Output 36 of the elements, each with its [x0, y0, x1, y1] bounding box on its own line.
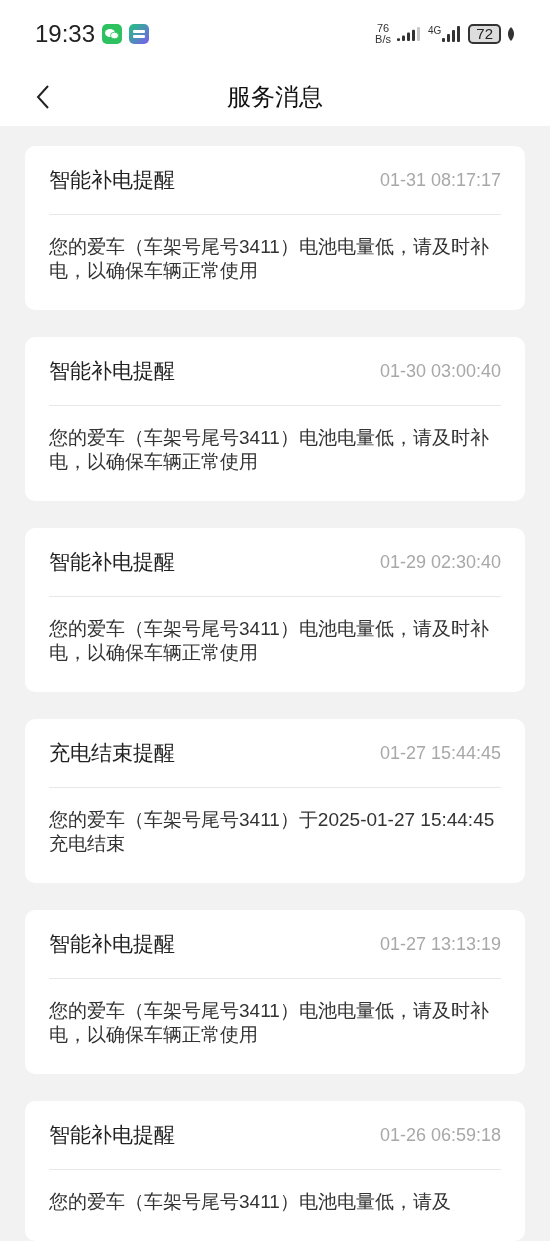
message-body: 您的爱车（车架号尾号3411）电池电量低，请及 — [49, 1190, 452, 1214]
message-body: 您的爱车（车架号尾号3411）于2025-01-27 15:44:45充电结束 — [49, 808, 496, 856]
chat-app-icon — [102, 24, 123, 44]
message-time: 01-29 02:30:40 — [379, 550, 501, 574]
message-card[interactable]: 智能补电提醒 01-29 02:30:40 您的爱车（车架号尾号3411）电池电量低，请及时补电，以确保车辆正常使用 — [25, 528, 525, 692]
message-time: 01-30 03:00:40 — [379, 359, 501, 383]
status-time: 19:33 — [35, 19, 96, 49]
message-title: 智能补电提醒 — [49, 358, 175, 385]
message-body: 您的爱车（车架号尾号3411）电池电量低，请及时补电，以确保车辆正常使用 — [49, 426, 490, 474]
message-title: 智能补电提醒 — [49, 1122, 175, 1149]
message-time: 01-31 08:17:17 — [379, 168, 501, 192]
video-app-icon — [129, 24, 150, 44]
message-card[interactable]: 智能补电提醒 01-27 13:13:19 您的爱车（车架号尾号3411）电池电量低，请及时补电，以确保车辆正常使用 — [25, 910, 525, 1074]
message-card[interactable]: 智能补电提醒 01-30 03:00:40 您的爱车（车架号尾号3411）电池电量低，请及时补电，以确保车辆正常使用 — [25, 337, 525, 501]
message-card[interactable]: 充电结束提醒 01-27 15:44:45 您的爱车（车架号尾号3411）于2025-01-27 15:44:45充电结束 — [25, 719, 525, 883]
signal-icon — [396, 27, 422, 41]
leaf-icon — [507, 27, 515, 41]
message-body: 您的爱车（车架号尾号3411）电池电量低，请及时补电，以确保车辆正常使用 — [49, 999, 490, 1047]
message-card[interactable]: 智能补电提醒 01-26 06:59:18 您的爱车（车架号尾号3411）电池电量低，请及 — [25, 1101, 525, 1241]
message-time: 01-26 06:59:18 — [379, 1123, 501, 1147]
message-title: 充电结束提醒 — [49, 740, 175, 767]
network-type: 4G — [427, 26, 442, 36]
back-icon — [36, 85, 50, 109]
message-body: 您的爱车（车架号尾号3411）电池电量低，请及时补电，以确保车辆正常使用 — [49, 617, 490, 665]
message-time: 01-27 15:44:45 — [379, 741, 501, 765]
message-title: 智能补电提醒 — [49, 931, 175, 958]
net-speed-value: 76 — [376, 23, 390, 34]
net-speed-unit: B/s — [375, 34, 391, 45]
message-card[interactable]: 智能补电提醒 01-31 08:17:17 您的爱车（车架号尾号3411）电池电量低，请及时补电，以确保车辆正常使用 — [25, 146, 525, 310]
page-title: 服务消息 — [227, 82, 323, 112]
message-time: 01-27 13:13:19 — [379, 932, 501, 956]
message-body: 您的爱车（车架号尾号3411）电池电量低，请及时补电，以确保车辆正常使用 — [49, 235, 490, 283]
signal-icon — [442, 26, 463, 42]
message-title: 智能补电提醒 — [49, 167, 175, 194]
message-title: 智能补电提醒 — [49, 549, 175, 576]
battery-indicator: 72 — [468, 24, 501, 44]
